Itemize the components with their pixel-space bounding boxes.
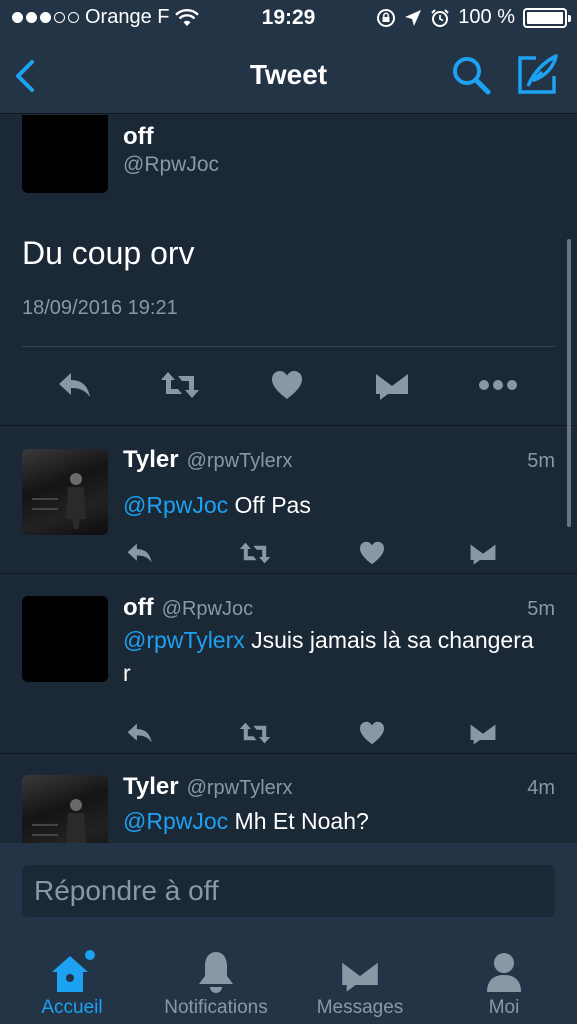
tab-messages[interactable]: Messages	[308, 944, 412, 1024]
divider	[22, 346, 555, 347]
envelope-icon	[470, 724, 496, 745]
author-handle[interactable]: @RpwJoc	[123, 153, 219, 177]
tab-label: Accueil	[41, 997, 103, 1018]
tab-label: Moi	[488, 997, 520, 1018]
author-name[interactable]: off	[123, 594, 154, 622]
author-name[interactable]: off	[123, 123, 154, 151]
tab-notifications[interactable]: Notifications	[150, 944, 282, 1024]
avatar[interactable]	[22, 596, 108, 682]
tweet-actions	[123, 718, 503, 750]
tweet-text-body: Mh Et Noah?	[228, 808, 369, 834]
bell-icon	[199, 952, 233, 993]
tweet-actions	[123, 538, 503, 570]
tweet-text: @RpwJoc Off Pas	[123, 489, 537, 522]
reply-tweet[interactable]: Tyler @rpwTylerx 5m @RpwJoc Off Pas	[0, 426, 577, 574]
person-photo-icon	[32, 799, 86, 843]
home-icon	[52, 950, 95, 992]
author-handle[interactable]: @rpwTylerx	[187, 450, 293, 473]
search-icon[interactable]	[450, 54, 492, 96]
tab-bar: Accueil Notifications Messages Moi	[0, 944, 577, 1024]
heart-icon	[360, 721, 384, 745]
like-button[interactable]	[355, 538, 389, 568]
tweet-time: 5m	[527, 598, 555, 620]
tab-home[interactable]: Accueil	[22, 944, 122, 1024]
retweet-icon	[239, 722, 271, 744]
reply-input[interactable]: Répondre à off	[22, 865, 555, 917]
retweet-icon	[161, 372, 199, 398]
envelope-icon	[470, 544, 496, 565]
heart-icon	[360, 541, 384, 565]
battery-icon	[523, 7, 571, 28]
reply-button[interactable]	[55, 367, 95, 403]
tweet-text-body: Off Pas	[228, 492, 311, 518]
tweet-time: 5m	[527, 450, 555, 472]
person-photo-icon	[32, 473, 86, 529]
direct-message-button[interactable]	[466, 538, 500, 568]
retweet-button[interactable]	[160, 367, 200, 403]
envelope-icon	[376, 374, 408, 400]
reply-tweet[interactable]: Tyler @rpwTylerx 4m @RpwJoc Mh Et Noah?	[0, 754, 577, 843]
direct-message-button[interactable]	[466, 718, 500, 748]
reply-icon	[59, 373, 90, 397]
author-name[interactable]: Tyler	[123, 446, 179, 474]
tab-label: Notifications	[164, 997, 268, 1018]
status-right-group: 100 %	[376, 6, 571, 29]
reply-icon	[127, 543, 152, 563]
alarm-icon	[431, 8, 449, 27]
like-button[interactable]	[355, 718, 389, 748]
reply-tweet[interactable]: off @RpwJoc 5m @rpwTylerx Jsuis jamais l…	[0, 574, 577, 754]
more-dots-icon	[479, 380, 517, 390]
reply-composer: Répondre à off	[0, 843, 577, 944]
reply-icon	[127, 723, 152, 743]
heart-icon	[272, 371, 302, 399]
conversation-feed[interactable]: off @RpwJoc Du coup orv 18/09/2016 19:21	[0, 115, 577, 843]
tweet-header: Tyler @rpwTylerx 5m	[123, 446, 555, 474]
mention-link[interactable]: @RpwJoc	[123, 492, 228, 518]
tweet-time: 4m	[527, 777, 555, 799]
reply-button[interactable]	[123, 538, 157, 568]
retweet-icon	[239, 542, 271, 564]
reply-button[interactable]	[123, 718, 157, 748]
tweet-text: @rpwTylerx Jsuis jamais là sa changera r	[123, 624, 537, 690]
location-arrow-icon	[405, 9, 422, 26]
avatar[interactable]	[22, 115, 108, 193]
main-tweet: off @RpwJoc Du coup orv 18/09/2016 19:21	[0, 115, 577, 426]
envelope-icon	[342, 962, 378, 992]
tab-label: Messages	[316, 997, 404, 1018]
more-button[interactable]	[478, 367, 518, 403]
author-name[interactable]: Tyler	[123, 773, 179, 801]
direct-message-button[interactable]	[372, 367, 412, 403]
mention-link[interactable]: @rpwTylerx	[123, 627, 245, 653]
tweet-actions	[0, 367, 577, 407]
retweet-button[interactable]	[238, 718, 272, 748]
person-icon	[487, 953, 521, 992]
tab-me[interactable]: Moi	[462, 944, 546, 1024]
avatar[interactable]	[22, 449, 108, 535]
status-bar: Orange F 19:29 100 %	[0, 0, 577, 38]
tweet-timestamp: 18/09/2016 19:21	[22, 297, 178, 319]
navigation-bar: Tweet	[0, 38, 577, 114]
battery-percent: 100 %	[458, 6, 515, 28]
rotation-lock-icon	[377, 8, 396, 27]
avatar[interactable]	[22, 775, 108, 843]
author-handle[interactable]: @rpwTylerx	[187, 777, 293, 800]
mention-link[interactable]: @RpwJoc	[123, 808, 228, 834]
tweet-header: off @RpwJoc 5m	[123, 594, 555, 622]
tweet-text: Du coup orv	[22, 235, 195, 271]
scrollbar[interactable]	[567, 239, 571, 527]
tweet-header: Tyler @rpwTylerx 4m	[123, 773, 555, 801]
tweet-text: @RpwJoc Mh Et Noah?	[123, 805, 537, 838]
compose-tweet-icon[interactable]	[514, 52, 560, 98]
retweet-button[interactable]	[238, 538, 272, 568]
author-handle[interactable]: @RpwJoc	[162, 598, 253, 621]
like-button[interactable]	[267, 367, 307, 403]
